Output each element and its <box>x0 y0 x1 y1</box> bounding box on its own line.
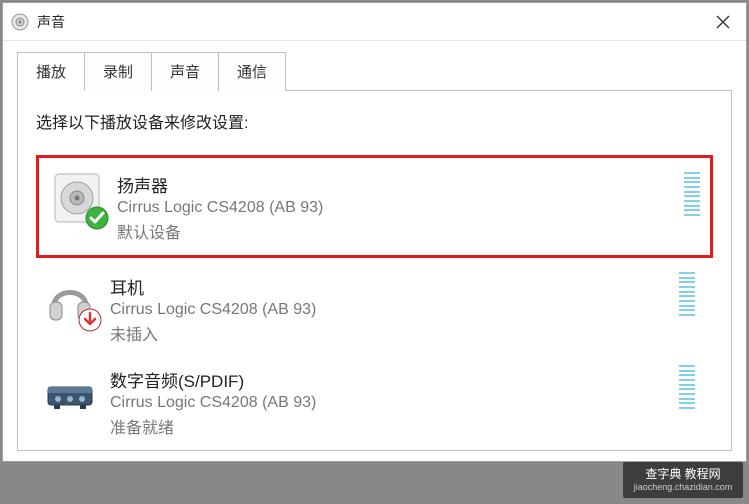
device-name: 耳机 <box>110 274 316 299</box>
default-check-icon <box>85 206 109 230</box>
device-text: 扬声器 Cirrus Logic CS4208 (AB 93) 默认设备 <box>117 170 323 243</box>
device-item-headphones[interactable]: 耳机 Cirrus Logic CS4208 (AB 93) 未插入 <box>36 262 713 355</box>
sound-app-icon <box>11 13 29 31</box>
device-status: 未插入 <box>110 321 316 345</box>
close-button[interactable] <box>710 9 736 35</box>
titlebar: 声音 <box>3 3 746 41</box>
watermark-line1: 查字典 教程网 <box>645 467 720 481</box>
device-text: 耳机 Cirrus Logic CS4208 (AB 93) 未插入 <box>110 272 316 345</box>
tab-label: 播放 <box>36 64 66 81</box>
window-content: 播放 录制 声音 通信 选择以下播放设备来修改设置: <box>3 41 746 461</box>
sound-window: 声音 播放 录制 声音 通信 选择以下播放设备来修改设置: <box>2 2 747 462</box>
device-text: 数字音频(S/PDIF) Cirrus Logic CS4208 (AB 93)… <box>110 365 316 438</box>
device-item-spdif[interactable]: 数字音频(S/PDIF) Cirrus Logic CS4208 (AB 93)… <box>36 355 713 448</box>
speaker-icon <box>49 170 105 226</box>
device-description: Cirrus Logic CS4208 (AB 93) <box>110 301 316 319</box>
tab-communications[interactable]: 通信 <box>218 52 286 91</box>
device-description: Cirrus Logic CS4208 (AB 93) <box>117 199 323 217</box>
level-meter <box>684 172 700 216</box>
tab-playback[interactable]: 播放 <box>17 52 85 91</box>
spdif-icon <box>42 365 98 421</box>
tab-label: 声音 <box>170 64 200 81</box>
watermark-line2: jiaocheng.chazidian.com <box>634 482 733 493</box>
not-plugged-icon <box>78 308 102 332</box>
device-name: 数字音频(S/PDIF) <box>110 367 316 392</box>
tab-sounds[interactable]: 声音 <box>151 52 219 91</box>
headphone-icon <box>42 272 98 328</box>
close-icon <box>716 15 730 29</box>
level-meter <box>679 365 695 409</box>
device-list: 扬声器 Cirrus Logic CS4208 (AB 93) 默认设备 <box>36 155 713 448</box>
device-status: 准备就绪 <box>110 414 316 438</box>
tab-label: 录制 <box>103 64 133 81</box>
instruction-text: 选择以下播放设备来修改设置: <box>36 109 713 133</box>
tab-panel-playback: 选择以下播放设备来修改设置: <box>17 90 732 451</box>
device-item-speakers[interactable]: 扬声器 Cirrus Logic CS4208 (AB 93) 默认设备 <box>36 155 713 258</box>
level-meter <box>679 272 695 316</box>
tab-label: 通信 <box>237 64 267 81</box>
window-title: 声音 <box>37 12 65 32</box>
device-name: 扬声器 <box>117 172 323 197</box>
watermark: 查字典 教程网 jiaocheng.chazidian.com <box>623 462 743 498</box>
device-status: 默认设备 <box>117 219 323 243</box>
tabs-bar: 播放 录制 声音 通信 <box>17 51 732 90</box>
device-description: Cirrus Logic CS4208 (AB 93) <box>110 394 316 412</box>
tab-recording[interactable]: 录制 <box>84 52 152 91</box>
